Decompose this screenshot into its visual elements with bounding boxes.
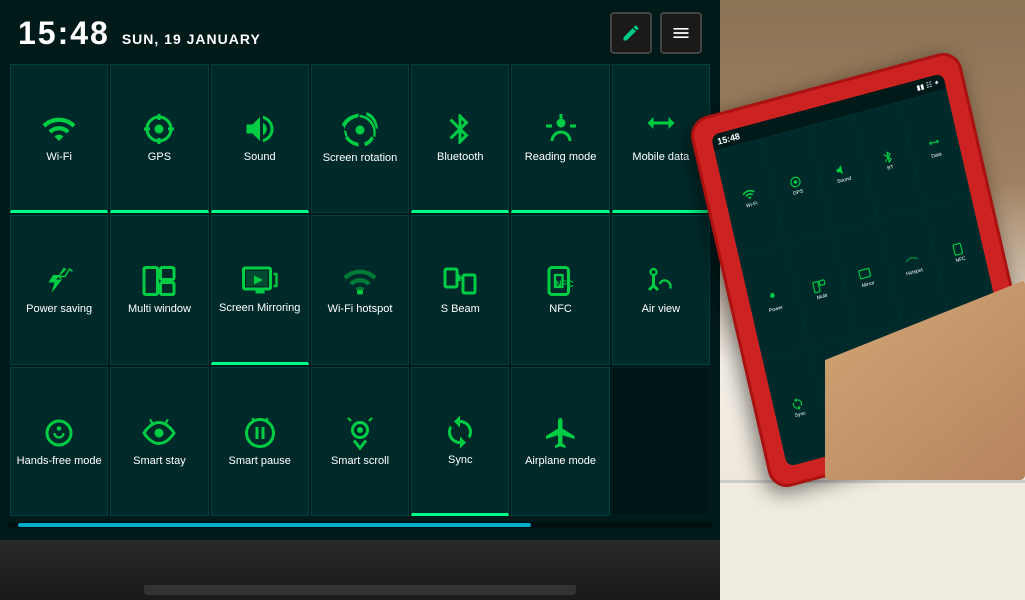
clock-display: 15:48 xyxy=(18,15,110,52)
multi-window-label: Multi window xyxy=(128,303,191,316)
tv-screen: 15:48 SUN, 19 JANUARY xyxy=(0,0,720,540)
smart-stay-toggle[interactable]: Smart stay xyxy=(110,367,208,516)
tv-frame-bottom xyxy=(0,540,720,600)
air-view-toggle[interactable]: Air view xyxy=(612,215,710,364)
airplane-mode-label: Airplane mode xyxy=(525,455,596,468)
tv-container: 15:48 SUN, 19 JANUARY xyxy=(0,0,720,600)
reading-mode-label: Reading mode xyxy=(525,151,597,164)
progress-bar xyxy=(18,523,531,527)
progress-bar-container xyxy=(8,522,712,528)
power-saving-toggle[interactable]: Power saving xyxy=(10,215,108,364)
menu-button[interactable] xyxy=(660,12,702,54)
screen-mirroring-label: Screen Mirroring xyxy=(219,302,300,315)
svg-text:NFC: NFC xyxy=(555,279,574,289)
bluetooth-toggle[interactable]: Bluetooth xyxy=(411,64,509,213)
wifi-toggle[interactable]: Wi-Fi xyxy=(10,64,108,213)
multi-window-toggle[interactable]: Multi window xyxy=(110,215,208,364)
hands-free-toggle[interactable]: Hands-free mode xyxy=(10,367,108,516)
quick-settings-grid: Wi-Fi GPS Sound xyxy=(8,62,712,518)
tv-stand xyxy=(144,585,576,595)
airplane-mode-toggle[interactable]: Airplane mode xyxy=(511,367,609,516)
screen-mirroring-toggle[interactable]: Screen Mirroring xyxy=(211,215,309,364)
power-saving-label: Power saving xyxy=(26,303,92,316)
smart-pause-label: Smart pause xyxy=(229,455,291,468)
sound-label: Sound xyxy=(244,151,276,164)
wifi-label: Wi-Fi xyxy=(46,151,72,164)
wifi-hotspot-toggle[interactable]: Wi-Fi hotspot xyxy=(311,215,409,364)
smart-scroll-label: Smart scroll xyxy=(331,455,389,468)
smart-scroll-toggle[interactable]: Smart scroll xyxy=(311,367,409,516)
smart-stay-label: Smart stay xyxy=(133,455,186,468)
sync-label: Sync xyxy=(448,454,472,467)
edit-button[interactable] xyxy=(610,12,652,54)
empty-cell xyxy=(612,367,710,516)
bluetooth-label: Bluetooth xyxy=(437,151,483,164)
hands-free-label: Hands-free mode xyxy=(17,455,102,468)
sync-toggle[interactable]: Sync xyxy=(411,367,509,516)
screen-rotation-label: Screen rotation xyxy=(323,152,398,165)
nfc-label: NFC xyxy=(549,303,572,316)
smart-pause-toggle[interactable]: Smart pause xyxy=(211,367,309,516)
gps-label: GPS xyxy=(148,151,171,164)
header-time-section: 15:48 SUN, 19 JANUARY xyxy=(18,15,261,52)
screen-rotation-toggle[interactable]: Screen rotation xyxy=(311,64,409,213)
wifi-hotspot-label: Wi-Fi hotspot xyxy=(328,303,393,316)
date-display: SUN, 19 JANUARY xyxy=(122,31,261,47)
s-beam-toggle[interactable]: S Beam xyxy=(411,215,509,364)
s-beam-label: S Beam xyxy=(441,303,480,316)
header-icons xyxy=(610,12,702,54)
header-bar: 15:48 SUN, 19 JANUARY xyxy=(8,8,712,62)
nfc-toggle[interactable]: NFC NFC xyxy=(511,215,609,364)
sound-toggle[interactable]: Sound xyxy=(211,64,309,213)
mobile-data-label: Mobile data xyxy=(632,151,689,164)
reading-mode-toggle[interactable]: Reading mode xyxy=(511,64,609,213)
air-view-label: Air view xyxy=(642,303,681,316)
gps-toggle[interactable]: GPS xyxy=(110,64,208,213)
